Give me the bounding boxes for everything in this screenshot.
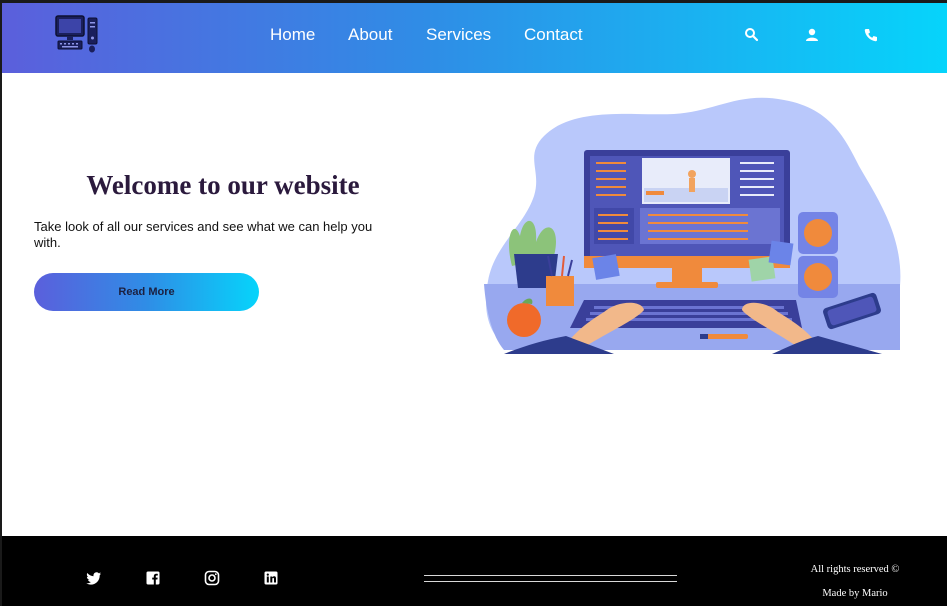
copyright-text: All rights reserved © [810,564,900,575]
nav-about[interactable]: About [348,25,392,45]
workspace-illustration [484,97,901,354]
nav-contact[interactable]: Contact [524,25,583,45]
linkedin-icon[interactable] [263,570,279,586]
facebook-icon[interactable] [145,570,161,586]
author-credit: Made by Mario [822,588,888,599]
twitter-icon[interactable] [86,570,102,586]
site-header: Home About Services Contact [2,3,947,73]
search-icon[interactable] [743,26,761,44]
user-icon[interactable] [803,26,821,44]
window-left-border [0,0,2,606]
hero-description: Take look of all our services and see wh… [34,219,373,250]
nav-services[interactable]: Services [426,25,491,45]
site-footer: All rights reserved © Made by Mario [2,536,947,606]
read-more-button[interactable]: Read More [34,273,259,311]
computer-icon[interactable] [54,14,100,54]
instagram-icon[interactable] [204,570,220,586]
nav-home[interactable]: Home [270,25,315,45]
hero-title: Welcome to our website [86,170,360,200]
phone-icon[interactable] [862,26,880,44]
footer-divider [424,575,677,587]
